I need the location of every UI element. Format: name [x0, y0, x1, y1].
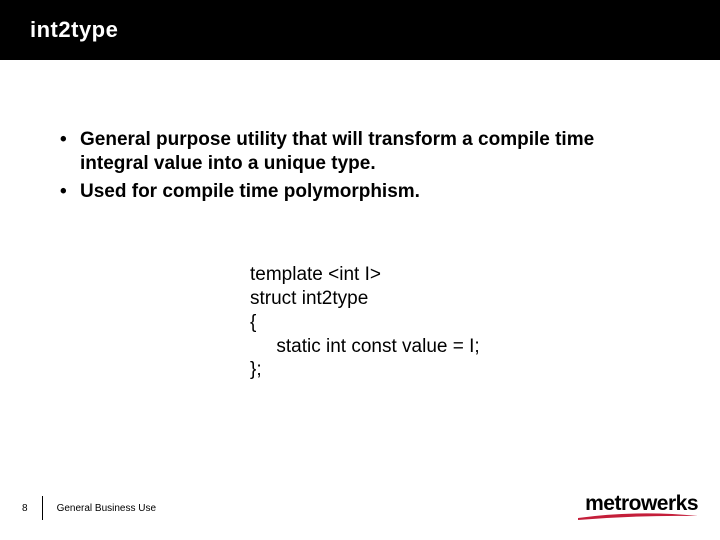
footer-divider: [42, 496, 43, 520]
code-line: static int const value = I;: [250, 335, 660, 359]
bullet-list: General purpose utility that will transf…: [60, 128, 660, 203]
code-line: };: [250, 358, 660, 382]
slide-title: int2type: [30, 17, 118, 43]
bullet-item: General purpose utility that will transf…: [60, 128, 660, 176]
code-block: template <int I> struct int2type { stati…: [250, 263, 660, 382]
bullet-item: Used for compile time polymorphism.: [60, 180, 660, 204]
footer-label: General Business Use: [57, 503, 157, 514]
code-line: template <int I>: [250, 263, 660, 287]
title-bar: int2type: [0, 0, 720, 60]
brand-text: metrowerks: [578, 493, 698, 514]
brand-logo: metrowerks: [578, 493, 698, 522]
code-line: struct int2type: [250, 287, 660, 311]
content-area: General purpose utility that will transf…: [0, 60, 720, 382]
page-number: 8: [0, 503, 42, 514]
slide: int2type General purpose utility that wi…: [0, 0, 720, 540]
code-line: {: [250, 311, 660, 335]
